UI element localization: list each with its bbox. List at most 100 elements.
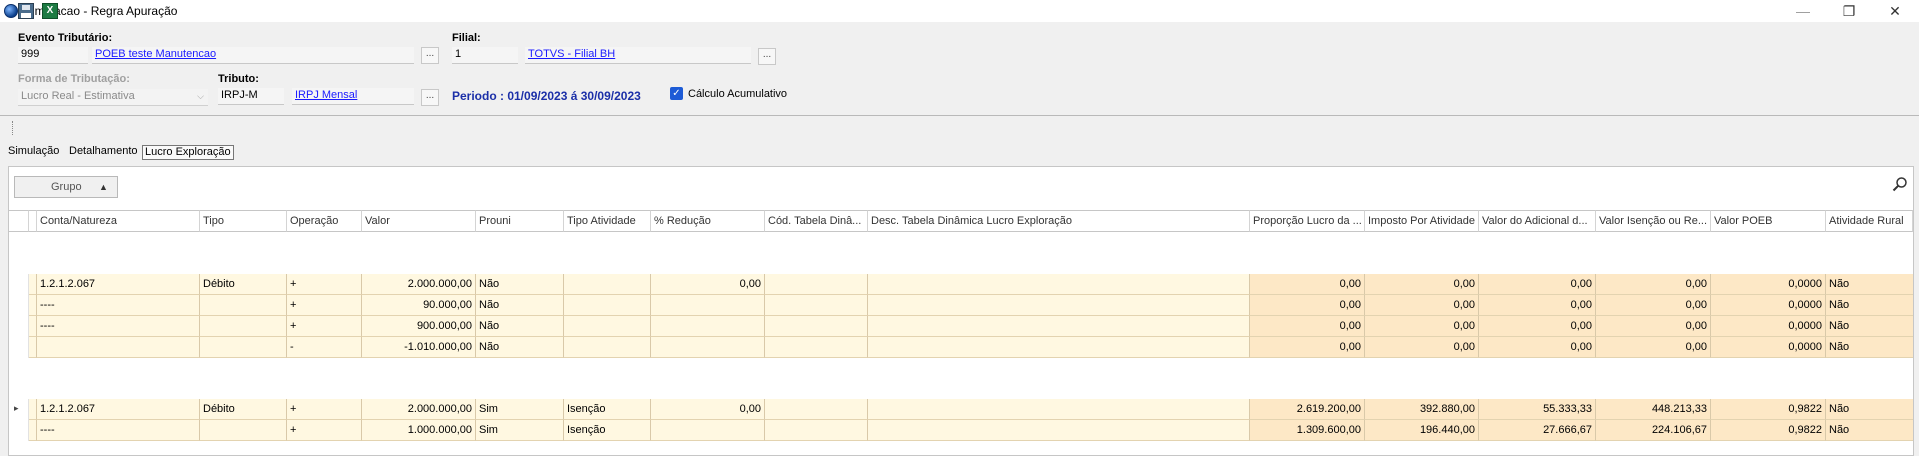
table-cell[interactable]: 0,00	[1250, 295, 1365, 316]
table-cell[interactable]: 0,00	[1365, 295, 1479, 316]
column-header[interactable]: Tipo	[200, 210, 287, 232]
tributo-desc-field[interactable]: IRPJ Mensal	[292, 88, 414, 105]
table-cell[interactable]: 2.000.000,00	[362, 274, 476, 295]
column-header[interactable]: Proporção Lucro da ...	[1250, 210, 1365, 232]
table-cell[interactable]: Não	[476, 337, 564, 358]
table-cell[interactable]: Não	[1826, 316, 1913, 337]
table-cell[interactable]: 0,00	[651, 399, 765, 420]
table-cell[interactable]: 1.2.1.2.067	[37, 274, 200, 295]
table-cell[interactable]: Não	[1826, 420, 1913, 441]
table-cell[interactable]: -1.010.000,00	[362, 337, 476, 358]
tributo-lookup-button[interactable]: ...	[421, 89, 439, 106]
tab-detalhamento[interactable]: Detalhamento	[67, 145, 140, 160]
table-cell[interactable]: 0,00	[651, 274, 765, 295]
table-cell[interactable]: 0,9822	[1711, 420, 1826, 441]
table-cell[interactable]: -	[287, 337, 362, 358]
table-cell[interactable]	[200, 337, 287, 358]
table-cell[interactable]	[868, 337, 1250, 358]
table-cell[interactable]: 0,0000	[1711, 316, 1826, 337]
table-cell[interactable]: Sim	[476, 420, 564, 441]
column-header[interactable]: Valor	[362, 210, 476, 232]
table-cell[interactable]	[651, 316, 765, 337]
evento-lookup-button[interactable]: ...	[421, 47, 439, 64]
minimize-button[interactable]: —	[1780, 0, 1826, 22]
table-cell[interactable]	[868, 316, 1250, 337]
table-cell[interactable]	[765, 316, 868, 337]
table-cell[interactable]: 0,00	[1596, 274, 1711, 295]
table-cell[interactable]: +	[287, 420, 362, 441]
table-cell[interactable]: 2.000.000,00	[362, 399, 476, 420]
table-cell[interactable]: 90.000,00	[362, 295, 476, 316]
evento-code-field[interactable]: 999	[18, 47, 88, 64]
table-cell[interactable]	[868, 420, 1250, 441]
table-cell[interactable]: 0,9822	[1711, 399, 1826, 420]
table-cell[interactable]	[564, 274, 651, 295]
table-cell[interactable]: 0,00	[1596, 295, 1711, 316]
table-cell[interactable]: ----	[37, 316, 200, 337]
calculo-acumulativo-checkbox[interactable]: ✓	[670, 87, 683, 100]
column-header[interactable]: Desc. Tabela Dinâmica Lucro Exploração	[868, 210, 1250, 232]
table-cell[interactable]: +	[287, 316, 362, 337]
table-cell[interactable]	[564, 337, 651, 358]
maximize-button[interactable]: ❐	[1826, 0, 1872, 22]
table-cell[interactable]: Sim	[476, 399, 564, 420]
table-cell[interactable]: 1.000.000,00	[362, 420, 476, 441]
group-button[interactable]: Grupo ▲	[14, 176, 118, 198]
row-indicator[interactable]	[9, 316, 29, 337]
table-cell[interactable]: Não	[476, 274, 564, 295]
table-cell[interactable]: 224.106,67	[1596, 420, 1711, 441]
table-cell[interactable]: Não	[476, 316, 564, 337]
row-indicator[interactable]	[9, 295, 29, 316]
table-cell[interactable]: 0,00	[1596, 316, 1711, 337]
table-cell[interactable]: Não	[476, 295, 564, 316]
table-cell[interactable]: 0,00	[1479, 316, 1596, 337]
table-cell[interactable]: 2.619.200,00	[1250, 399, 1365, 420]
column-header[interactable]: Imposto Por Atividade	[1365, 210, 1479, 232]
table-cell[interactable]: 1.309.600,00	[1250, 420, 1365, 441]
column-header[interactable]: Prouni	[476, 210, 564, 232]
tributo-code-field[interactable]: IRPJ-M	[218, 88, 284, 105]
table-cell[interactable]: Não	[1826, 337, 1913, 358]
table-cell[interactable]: 0,00	[1365, 316, 1479, 337]
table-cell[interactable]: 900.000,00	[362, 316, 476, 337]
table-cell[interactable]: Débito	[200, 274, 287, 295]
save-icon[interactable]	[18, 3, 34, 19]
close-button[interactable]: ✕	[1872, 0, 1918, 22]
table-cell[interactable]	[765, 274, 868, 295]
column-header[interactable]: Conta/Natureza	[37, 210, 200, 232]
table-cell[interactable]: ----	[37, 295, 200, 316]
table-cell[interactable]: 0,0000	[1711, 337, 1826, 358]
table-cell[interactable]: ----	[37, 420, 200, 441]
table-cell[interactable]	[868, 274, 1250, 295]
column-header[interactable]: Valor do Adicional d...	[1479, 210, 1596, 232]
table-cell[interactable]	[765, 337, 868, 358]
table-cell[interactable]: 0,0000	[1711, 274, 1826, 295]
table-cell[interactable]: 0,00	[1365, 337, 1479, 358]
table-cell[interactable]: 196.440,00	[1365, 420, 1479, 441]
table-cell[interactable]: 55.333,33	[1479, 399, 1596, 420]
table-cell[interactable]	[765, 399, 868, 420]
table-cell[interactable]: +	[287, 295, 362, 316]
table-cell[interactable]: 0,00	[1250, 274, 1365, 295]
tab-lucro-exploracao[interactable]: Lucro Exploração	[142, 145, 234, 160]
table-cell[interactable]: 1.2.1.2.067	[37, 399, 200, 420]
table-cell[interactable]: Isenção	[564, 399, 651, 420]
row-indicator[interactable]	[9, 337, 29, 358]
table-cell[interactable]: Não	[1826, 274, 1913, 295]
table-cell[interactable]	[200, 295, 287, 316]
table-cell[interactable]: 0,00	[1250, 337, 1365, 358]
table-cell[interactable]	[200, 316, 287, 337]
filial-desc-field[interactable]: TOTVS - Filial BH	[525, 47, 751, 64]
table-cell[interactable]: 448.213,33	[1596, 399, 1711, 420]
table-cell[interactable]	[765, 295, 868, 316]
table-cell[interactable]: Não	[1826, 295, 1913, 316]
column-header[interactable]: Valor Isenção ou Re...	[1596, 210, 1711, 232]
excel-icon[interactable]: X	[42, 3, 58, 19]
filial-lookup-button[interactable]: ...	[758, 48, 776, 65]
table-cell[interactable]: +	[287, 274, 362, 295]
table-cell[interactable]	[651, 420, 765, 441]
row-indicator[interactable]	[9, 274, 29, 295]
table-cell[interactable]: 0,00	[1596, 337, 1711, 358]
table-cell[interactable]	[651, 337, 765, 358]
column-header[interactable]: Operação	[287, 210, 362, 232]
